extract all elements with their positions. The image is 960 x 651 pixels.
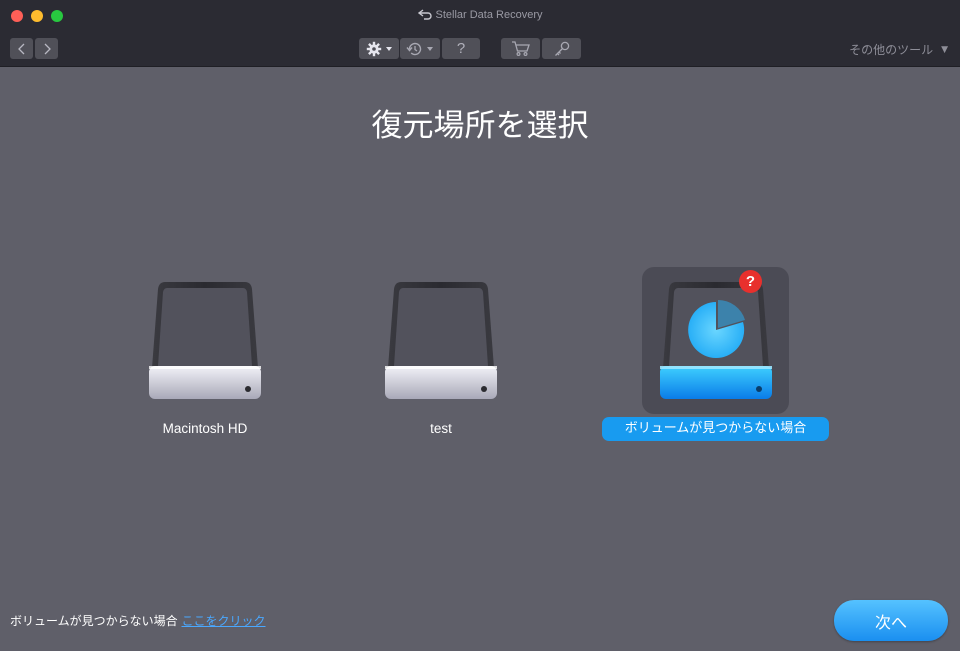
other-tools-label: その他のツール <box>849 43 934 57</box>
drive-label: Macintosh HD <box>162 421 248 436</box>
activate-key-button[interactable] <box>542 38 581 59</box>
help-button[interactable]: ? <box>442 38 480 59</box>
caret-down-icon <box>385 46 392 51</box>
caret-down-icon <box>427 46 433 51</box>
unknown-badge: ? <box>739 270 762 293</box>
footer-hint-text: ボリュームが見つからない場合 <box>10 614 178 628</box>
drive-item-test[interactable]: test <box>376 270 506 445</box>
key-icon <box>554 41 569 56</box>
drive-label: test <box>430 421 452 436</box>
footer-hint: ボリュームが見つからない場合 ここをクリック <box>10 612 266 629</box>
history-button[interactable] <box>400 38 440 59</box>
toolbar: ? その他のツール ▼ <box>0 33 960 67</box>
app-window: Stellar Data Recovery ? その他のツール ▼ 復元場所を選… <box>0 0 960 651</box>
hard-drive-icon <box>385 282 497 399</box>
drive-item-macintosh-hd[interactable]: Macintosh HD <box>140 270 270 445</box>
page-title: 復元場所を選択 <box>371 108 589 144</box>
title-bar: Stellar Data Recovery <box>0 0 960 33</box>
history-icon <box>406 42 422 55</box>
back-button[interactable] <box>10 38 33 59</box>
window-title: Stellar Data Recovery <box>435 9 543 21</box>
unknown-volume-drive-icon <box>660 282 772 399</box>
next-button[interactable]: 次へ <box>834 600 948 641</box>
chevron-left-icon <box>17 43 24 54</box>
forward-button[interactable] <box>35 38 58 59</box>
app-logo-icon <box>417 9 432 20</box>
other-tools-menu[interactable]: その他のツール ▼ <box>849 41 948 58</box>
gear-icon <box>366 41 381 56</box>
settings-button[interactable] <box>359 38 399 59</box>
window-title-container: Stellar Data Recovery <box>0 9 960 21</box>
hard-drive-icon <box>149 282 261 399</box>
click-here-link[interactable]: ここをクリック <box>181 614 265 628</box>
cart-button[interactable] <box>501 38 540 59</box>
other-tools-caret-icon: ▼ <box>941 44 948 55</box>
chevron-right-icon <box>44 43 51 54</box>
drive-label-selected[interactable]: ボリュームが見つからない場合 <box>602 417 829 441</box>
cart-icon <box>511 41 530 57</box>
